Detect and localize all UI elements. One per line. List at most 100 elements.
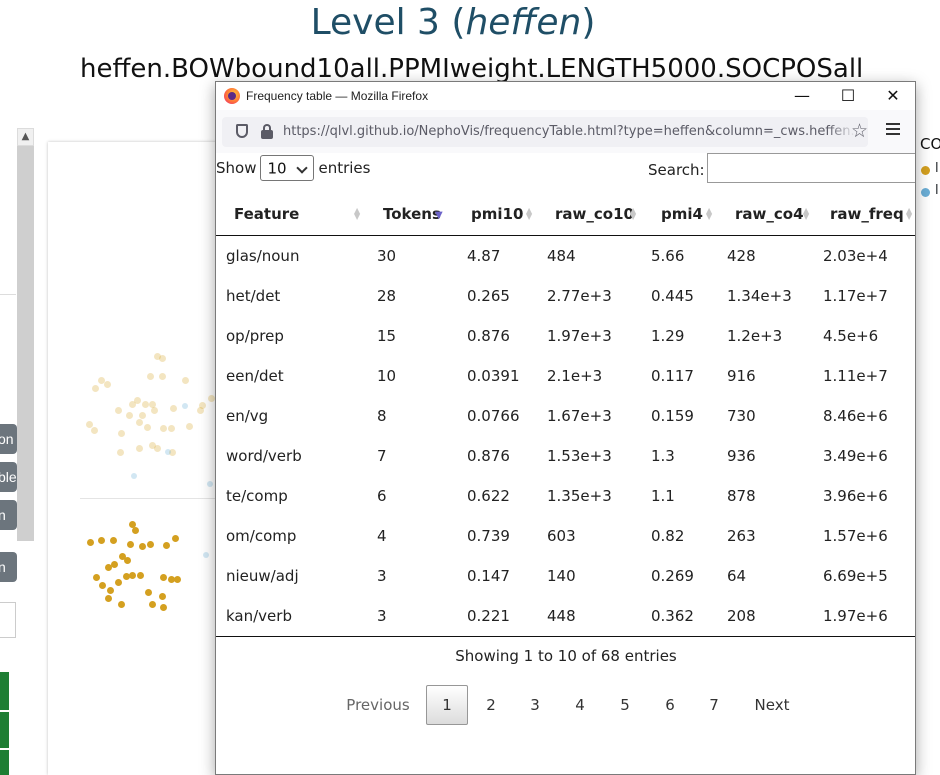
scatter-point[interactable] — [181, 376, 189, 384]
green-button-3[interactable] — [0, 750, 9, 775]
scatter-point[interactable] — [104, 563, 112, 571]
scatter-point[interactable] — [135, 444, 143, 452]
side-button-3[interactable]: n — [0, 500, 17, 530]
previous-button[interactable]: Previous — [338, 685, 418, 725]
scatter-point[interactable] — [123, 556, 131, 564]
search-input[interactable] — [707, 153, 915, 183]
page-button-3[interactable]: 3 — [515, 685, 555, 725]
scatter-point[interactable] — [116, 448, 124, 456]
scatter-point[interactable] — [171, 534, 179, 542]
scatter-point[interactable] — [159, 424, 167, 432]
scatter-point[interactable] — [148, 600, 156, 608]
scatter-point[interactable] — [90, 426, 98, 434]
scatter-point[interactable] — [109, 536, 117, 544]
side-button-2[interactable]: ble — [0, 462, 17, 492]
scatter-plot-panel[interactable] — [48, 142, 228, 775]
scatter-point[interactable] — [92, 573, 100, 581]
scatter-point[interactable] — [135, 418, 143, 426]
scatter-point[interactable] — [182, 403, 188, 409]
url-text[interactable]: https://qlvl.github.io/NephoVis/frequenc… — [283, 124, 868, 139]
scatter-point[interactable] — [146, 540, 154, 548]
table-cell: 0.117 — [651, 367, 694, 385]
minimize-button[interactable]: — — [779, 82, 825, 110]
side-input[interactable] — [0, 602, 16, 638]
scatter-point[interactable] — [198, 401, 206, 409]
scatter-point[interactable] — [153, 444, 161, 452]
next-button[interactable]: Next — [744, 685, 800, 725]
scatter-point[interactable] — [98, 581, 106, 589]
column-header-raw-freq[interactable]: raw_freq ▲ ▼ — [813, 193, 915, 236]
scatter-point[interactable] — [131, 473, 137, 479]
page-button-6[interactable]: 6 — [650, 685, 690, 725]
scatter-point[interactable] — [91, 384, 99, 392]
window-titlebar[interactable]: Frequency table — Mozilla Firefox — ☐ ✕ — [216, 82, 915, 110]
scatter-point[interactable] — [185, 422, 193, 430]
scatter-point[interactable] — [138, 542, 146, 550]
scatter-point[interactable] — [136, 571, 144, 579]
green-button-1[interactable] — [0, 672, 9, 710]
scatter-point[interactable] — [207, 394, 215, 402]
page-button-5[interactable]: 5 — [605, 685, 645, 725]
legend-title: CO — [920, 135, 940, 153]
close-button[interactable]: ✕ — [870, 82, 915, 110]
scatter-point[interactable] — [110, 560, 118, 568]
column-header-raw-co4[interactable]: raw_co4 ▲ ▼ — [716, 193, 813, 236]
column-header-tokens[interactable]: Tokens ▼ — [364, 193, 451, 236]
scatter-point[interactable] — [128, 571, 136, 579]
scatter-point[interactable] — [144, 588, 152, 596]
column-header-pmi4[interactable]: pmi4 ▲ ▼ — [640, 193, 716, 236]
scatter-point[interactable] — [138, 411, 146, 419]
url-field[interactable]: https://qlvl.github.io/NephoVis/frequenc… — [222, 117, 868, 147]
lock-icon[interactable] — [261, 124, 273, 139]
side-button-4[interactable]: n — [0, 552, 17, 582]
scatter-point[interactable] — [86, 538, 94, 546]
bookmark-star-icon[interactable]: ☆ — [851, 121, 868, 141]
scatter-point[interactable] — [173, 575, 181, 583]
scatter-point[interactable] — [114, 578, 122, 586]
scatter-point[interactable] — [158, 372, 166, 380]
scatter-point[interactable] — [141, 400, 149, 408]
page-button-4[interactable]: 4 — [560, 685, 600, 725]
scatter-point[interactable] — [207, 481, 213, 487]
page-button-7[interactable]: 7 — [694, 685, 734, 725]
scatter-point[interactable] — [128, 400, 136, 408]
table-info: Showing 1 to 10 of 68 entries — [455, 647, 677, 665]
scatter-point[interactable] — [159, 603, 167, 611]
column-header-pmi10[interactable]: pmi10 ▲ ▼ — [451, 193, 536, 236]
page-button-1[interactable]: 1 — [426, 685, 468, 725]
scatter-point[interactable] — [159, 573, 167, 581]
scatter-point[interactable] — [97, 536, 105, 544]
entries-select[interactable]: 10 — [260, 155, 315, 181]
scrollbar-track[interactable] — [17, 146, 34, 541]
page-button-2[interactable]: 2 — [471, 685, 511, 725]
shield-icon[interactable] — [236, 124, 248, 138]
scatter-point[interactable] — [85, 420, 93, 428]
scatter-point[interactable] — [106, 586, 114, 594]
scatter-point[interactable] — [126, 540, 134, 548]
scatter-point[interactable] — [117, 429, 125, 437]
column-header-feature[interactable]: Feature ▲ ▼ — [216, 193, 364, 236]
side-button-1[interactable]: on — [0, 424, 17, 454]
scatter-point[interactable] — [158, 592, 166, 600]
scatter-point[interactable] — [125, 411, 133, 419]
hamburger-menu-icon[interactable] — [886, 123, 900, 138]
scatter-point[interactable] — [158, 354, 166, 362]
scatter-point[interactable] — [167, 424, 175, 432]
scatter-point[interactable] — [103, 380, 111, 388]
scroll-up-icon[interactable]: ▲ — [17, 128, 34, 146]
scatter-point[interactable] — [169, 404, 177, 412]
scatter-point[interactable] — [117, 600, 125, 608]
scatter-point[interactable] — [146, 372, 154, 380]
scatter-point[interactable] — [203, 552, 209, 558]
scatter-point[interactable] — [104, 594, 112, 602]
maximize-button[interactable]: ☐ — [825, 82, 871, 110]
table-cell: 428 — [727, 247, 756, 265]
scatter-point[interactable] — [114, 406, 122, 414]
scatter-point[interactable] — [162, 541, 170, 549]
scatter-point[interactable] — [150, 406, 158, 414]
green-button-2[interactable] — [0, 712, 9, 748]
scatter-point[interactable] — [143, 423, 151, 431]
scatter-point[interactable] — [165, 449, 171, 455]
column-header-raw-co10[interactable]: raw_co10 ▲ ▼ — [536, 193, 640, 236]
scatter-point[interactable] — [131, 526, 139, 534]
